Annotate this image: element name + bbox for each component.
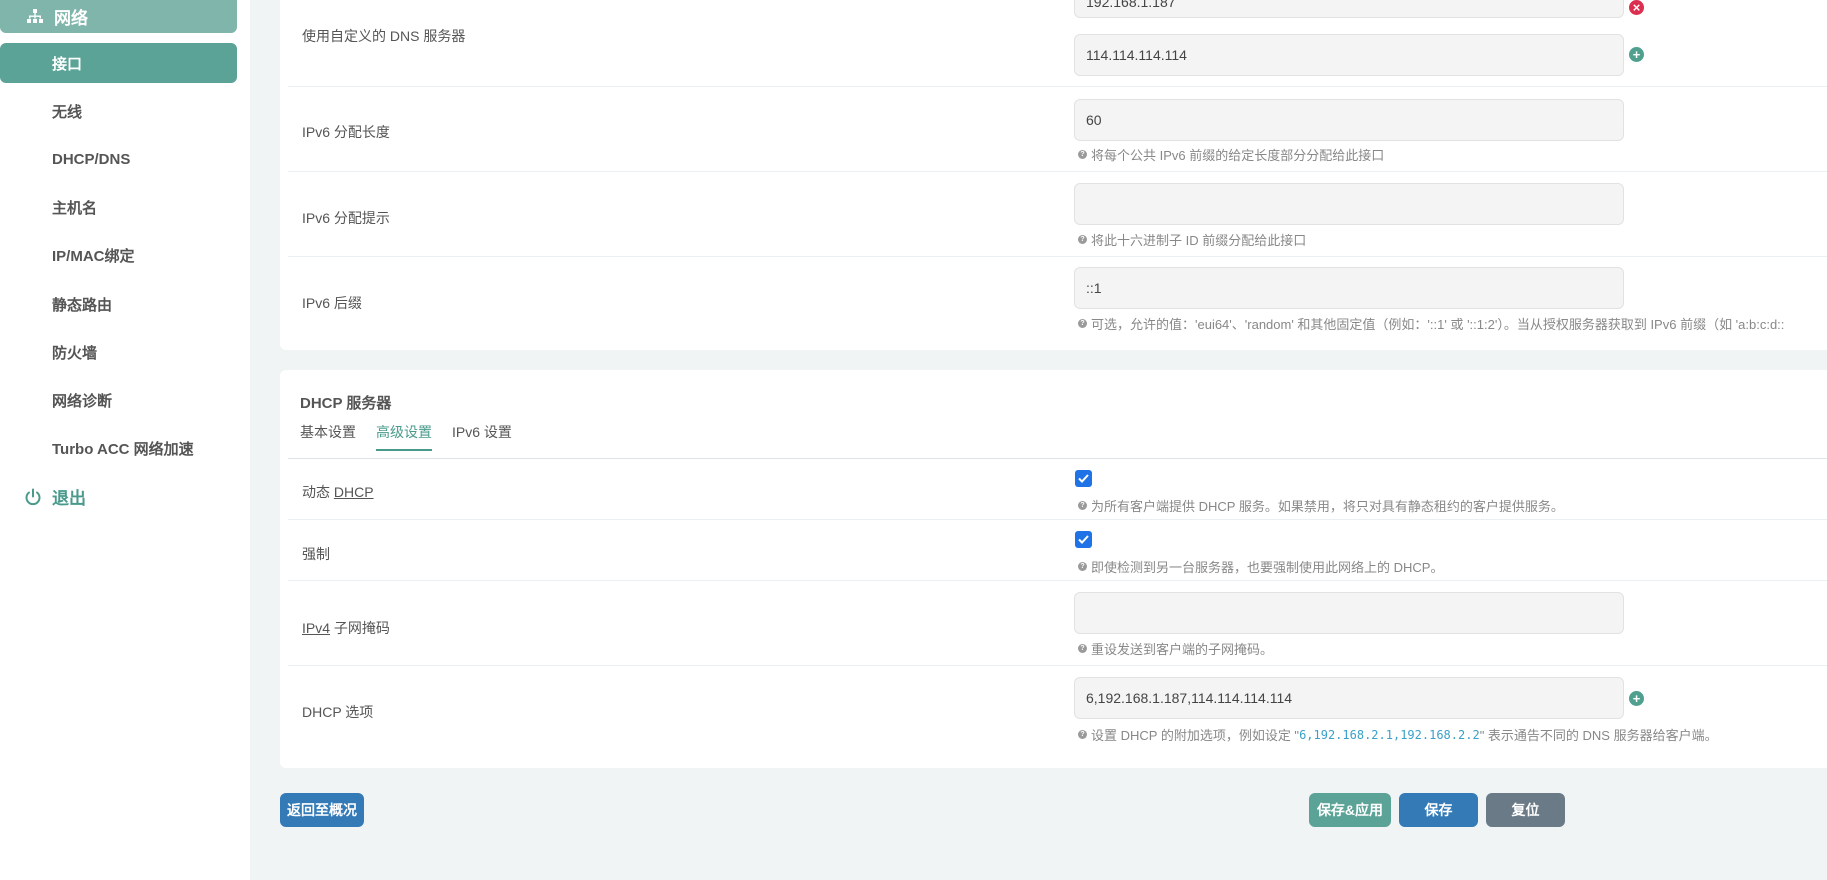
sidebar-item-label: Turbo ACC 网络加速 — [52, 440, 194, 458]
dhcp-abbr: DHCP — [333, 484, 374, 500]
sidebar-item-label: 防火墙 — [52, 344, 98, 362]
logout-label: 退出 — [52, 489, 86, 508]
checkmark-icon — [1078, 535, 1089, 544]
ipv4-netmask-hint: ? 重设发送到客户端的子网掩码。 — [1078, 639, 1273, 658]
plus-icon: + — [1632, 691, 1641, 706]
ipv6-settings-card: 使用自定义的 DNS 服务器 192.168.1.187 × 114.114.1… — [280, 0, 1827, 350]
help-icon: ? — [1078, 730, 1087, 739]
ipv6-assign-length-field[interactable]: 60 — [1074, 99, 1624, 141]
ipv6-assign-length-label: IPv6 分配长度 — [302, 124, 390, 140]
ipv6-suffix-label: IPv6 后缀 — [302, 295, 362, 311]
sidebar-item-label: 无线 — [52, 103, 83, 121]
force-hint: ? 即使检测到另一台服务器，也要强制使用此网络上的 DHCP。 — [1078, 557, 1443, 576]
ipv6-assign-hint-hint: ? 将此十六进制子 ID 前缀分配给此接口 — [1078, 230, 1306, 249]
menu-group-label: 网络 — [54, 9, 88, 28]
ipv6-suffix-hint: ? 可选，允许的值：'eui64'、'random' 和其他固定值（例如：'::1… — [1078, 314, 1784, 333]
sidebar-item-ip-mac-binding[interactable]: IP/MAC绑定 — [0, 235, 237, 275]
ipv6-assign-hint-label: IPv6 分配提示 — [302, 210, 390, 226]
dynamic-dhcp-hint: ? 为所有客户端提供 DHCP 服务。如果禁用，将只对具有静态租约的客户提供服务。 — [1078, 496, 1564, 515]
dynamic-dhcp-checkbox[interactable] — [1075, 470, 1092, 487]
remove-dns-button[interactable]: × — [1629, 0, 1644, 15]
force-checkbox[interactable] — [1075, 531, 1092, 548]
ipv4-abbr: IPv4 — [302, 620, 331, 636]
ipv4-netmask-field[interactable] — [1074, 592, 1624, 634]
save-button[interactable]: 保存 — [1399, 793, 1478, 827]
plus-icon: + — [1632, 47, 1641, 62]
sidebar-item-turbo-acc[interactable]: Turbo ACC 网络加速 — [0, 428, 237, 468]
custom-dns-label: 使用自定义的 DNS 服务器 — [302, 28, 466, 44]
back-to-overview-button[interactable]: 返回至概况 — [280, 793, 364, 827]
tab-advanced-settings[interactable]: 高级设置 — [376, 422, 432, 451]
row-ipv4-netmask: IPv4 子网掩码 ? 重设发送到客户端的子网掩码。 — [288, 581, 1827, 666]
sidebar-item-label: 静态路由 — [52, 296, 113, 314]
sidebar-item-wireless[interactable]: 无线 — [0, 91, 237, 131]
row-dynamic-dhcp: 动态 DHCP ? 为所有客户端提供 DHCP 服务。如果禁用，将只对具有静态租约… — [288, 459, 1827, 520]
dhcp-server-title: DHCP 服务器 — [300, 395, 392, 412]
sidebar-item-firewall[interactable]: 防火墙 — [0, 332, 237, 372]
logout-link[interactable]: 退出 — [24, 484, 86, 509]
dhcp-option-field[interactable]: 6,192.168.1.187,114.114.114.114 — [1074, 677, 1624, 719]
ipv6-assign-length-hint: ? 将每个公共 IPv6 前缀的给定长度部分分配给此接口 — [1078, 145, 1384, 164]
help-icon: ? — [1078, 562, 1087, 571]
row-ipv6-suffix: IPv6 后缀 ::1 ? 可选，允许的值：'eui64'、'random' 和其… — [288, 257, 1827, 350]
row-ipv6-assign-length: IPv6 分配长度 60 ? 将每个公共 IPv6 前缀的给定长度部分分配给此接口 — [288, 87, 1827, 172]
sidebar-item-label: 接口 — [52, 55, 83, 73]
ipv6-assign-hint-field[interactable] — [1074, 183, 1624, 225]
help-icon: ? — [1078, 644, 1087, 653]
help-icon: ? — [1078, 235, 1087, 244]
sidebar: 网络 接口 无线 DHCP/DNS 主机名 IP/MAC绑定 静态路由 防火墙 … — [0, 0, 250, 880]
sidebar-item-label: IP/MAC绑定 — [52, 247, 135, 265]
sidebar-item-interface[interactable]: 接口 — [0, 43, 237, 83]
tab-ipv6-settings[interactable]: IPv6 设置 — [452, 422, 512, 451]
row-force: 强制 ? 即使检测到另一台服务器，也要强制使用此网络上的 DHCP。 — [288, 520, 1827, 581]
help-icon: ? — [1078, 150, 1087, 159]
close-icon: × — [1632, 0, 1641, 15]
row-dhcp-options: DHCP 选项 6,192.168.1.187,114.114.114.114 … — [288, 666, 1827, 768]
help-icon: ? — [1078, 319, 1087, 328]
power-icon — [24, 488, 42, 506]
dhcp-options-hint: ? 设置 DHCP 的附加选项，例如设定 " 6,192.168.2.1,192.1… — [1078, 725, 1718, 744]
example-code: 6,192.168.2.1,192.168.2.2 — [1299, 727, 1480, 742]
sidebar-item-static-routes[interactable]: 静态路由 — [0, 284, 237, 324]
add-dns-button[interactable]: + — [1629, 47, 1644, 62]
dns-server-field[interactable]: 192.168.1.187 — [1074, 0, 1624, 18]
ipv4-netmask-label: IPv4 子网掩码 — [302, 620, 390, 636]
sidebar-item-label: DHCP/DNS — [52, 150, 131, 168]
menu-group-network[interactable]: 网络 — [0, 0, 237, 33]
tab-basic-settings[interactable]: 基本设置 — [300, 422, 356, 451]
sidebar-item-dhcp-dns[interactable]: DHCP/DNS — [0, 139, 237, 179]
row-custom-dns: 使用自定义的 DNS 服务器 192.168.1.187 × 114.114.1… — [288, 0, 1827, 87]
sidebar-item-hostnames[interactable]: 主机名 — [0, 187, 237, 227]
dhcp-tabs: 基本设置 高级设置 IPv6 设置 — [300, 422, 512, 451]
dhcp-server-card: DHCP 服务器 基本设置 高级设置 IPv6 设置 动态 DHCP ? 为所有客… — [280, 370, 1827, 768]
dns-server-field[interactable]: 114.114.114.114 — [1074, 34, 1624, 76]
dynamic-dhcp-label: 动态 DHCP — [302, 484, 374, 500]
force-label: 强制 — [302, 546, 330, 562]
ipv6-suffix-field[interactable]: ::1 — [1074, 267, 1624, 309]
add-dhcp-option-button[interactable]: + — [1629, 691, 1644, 706]
row-ipv6-assign-hint: IPv6 分配提示 ? 将此十六进制子 ID 前缀分配给此接口 — [288, 172, 1827, 257]
dhcp-options-label: DHCP 选项 — [302, 704, 374, 720]
sidebar-item-label: 主机名 — [52, 199, 98, 217]
checkmark-icon — [1078, 474, 1089, 483]
help-icon: ? — [1078, 501, 1087, 510]
sidebar-item-label: 网络诊断 — [52, 392, 113, 410]
sidebar-item-diagnostics[interactable]: 网络诊断 — [0, 380, 237, 420]
reset-button[interactable]: 复位 — [1486, 793, 1565, 827]
save-apply-button[interactable]: 保存&应用 — [1309, 793, 1391, 827]
network-icon — [26, 9, 44, 25]
